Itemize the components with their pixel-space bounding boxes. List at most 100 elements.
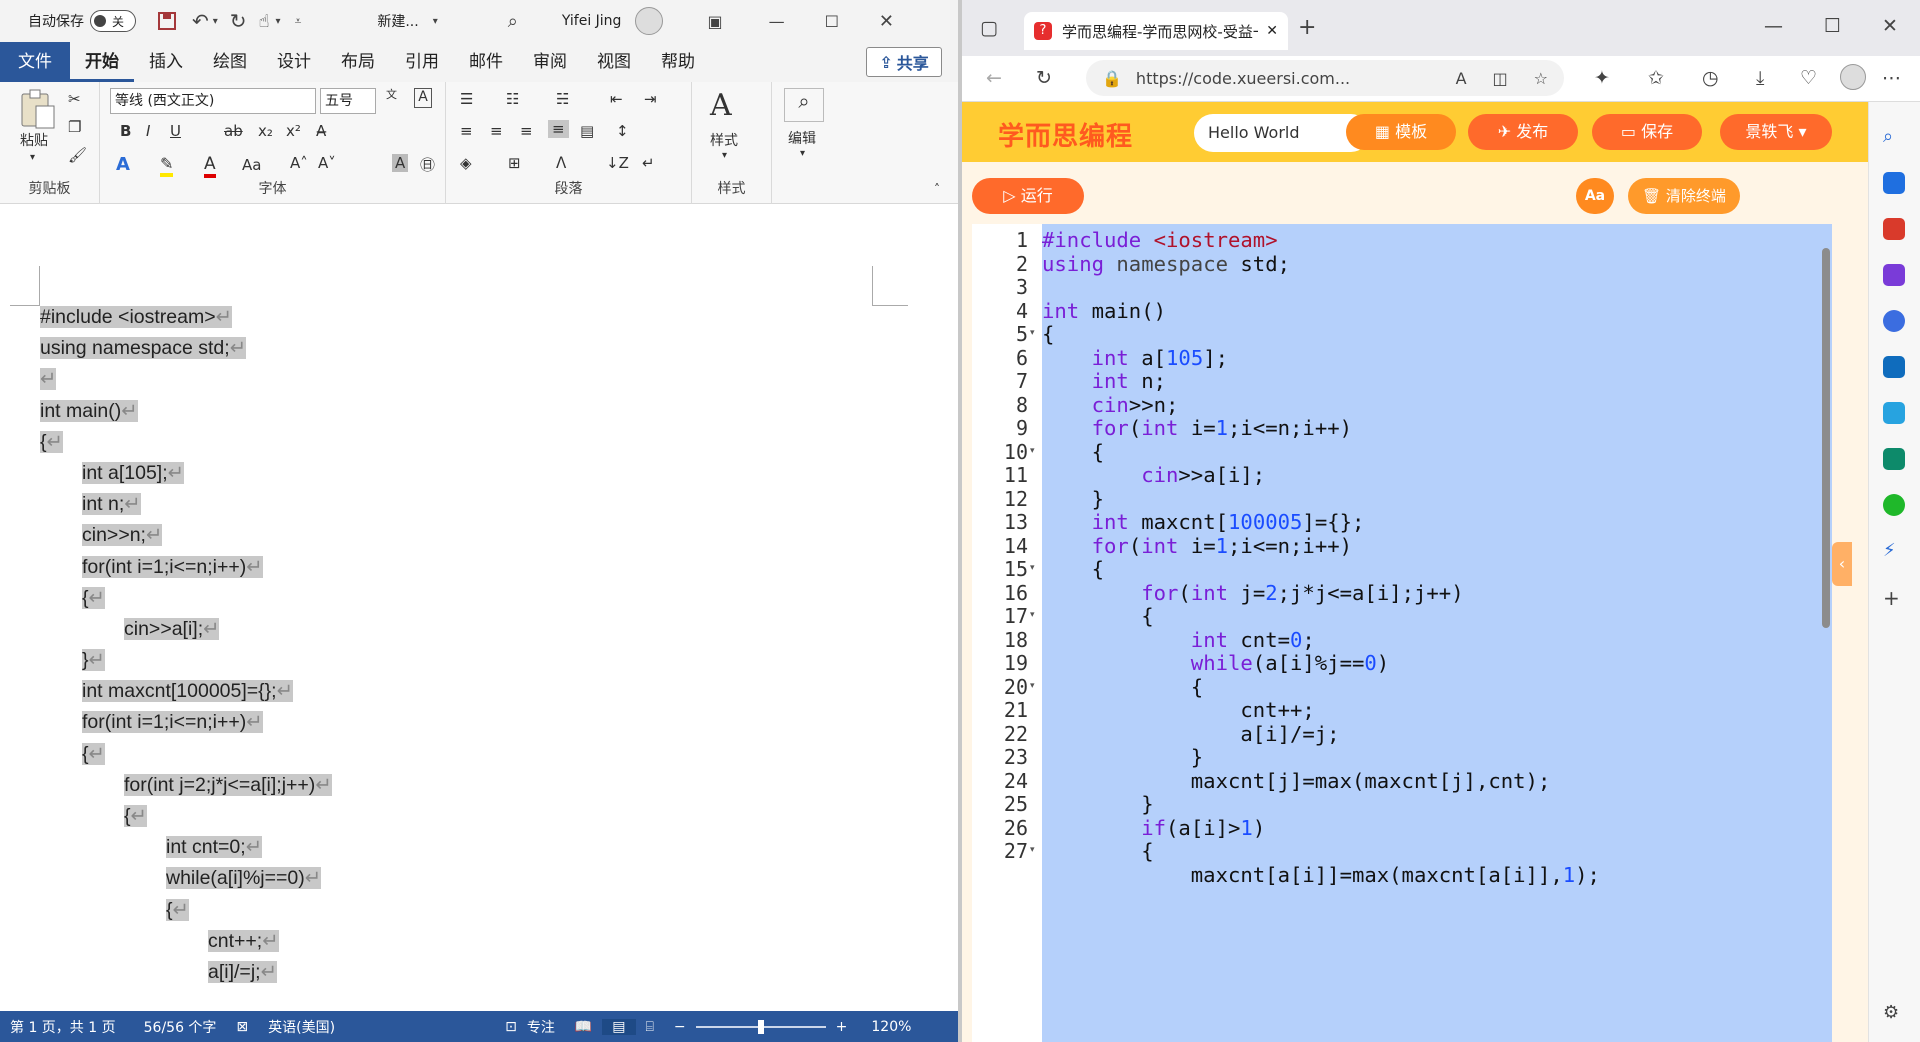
fold-toggle-icon[interactable]: ▾ — [1030, 563, 1035, 573]
tab-close-icon[interactable]: ✕ — [1266, 23, 1278, 39]
code-line[interactable]: if(a[i]>1) — [1042, 816, 1265, 840]
styles-button[interactable]: 样式 — [710, 130, 738, 150]
code-line[interactable]: a[i]/=j; — [1042, 722, 1339, 746]
code-line[interactable]: int cnt=0; — [1042, 628, 1315, 652]
touch-dropdown-icon[interactable]: ▾ — [276, 16, 281, 27]
site-logo[interactable]: 学而思编程 — [998, 116, 1133, 153]
maximize-icon[interactable]: ☐ — [825, 12, 839, 31]
focus-label[interactable]: 专注 — [527, 1017, 565, 1037]
subscript-icon[interactable]: x₂ — [258, 122, 273, 140]
multilevel-list-icon[interactable]: ☵ — [556, 90, 569, 108]
document-line[interactable]: cin>>n;↵ — [40, 520, 940, 551]
copy-icon[interactable]: ❐ — [68, 118, 81, 136]
favorites-icon[interactable]: ✩ — [1648, 68, 1664, 88]
save-icon[interactable] — [156, 10, 178, 32]
grow-font-icon[interactable]: A˄ — [290, 154, 308, 172]
read-aloud-icon[interactable]: A — [1456, 69, 1467, 88]
code-line[interactable]: cin>>a[i]; — [1042, 463, 1265, 487]
template-button[interactable]: ▦ 模板 — [1346, 114, 1456, 150]
borders-icon[interactable]: ⊞ — [508, 154, 521, 172]
paste-dropdown-icon[interactable]: ▾ — [30, 152, 35, 163]
document-line[interactable]: cin>>a[i];↵ — [40, 614, 940, 645]
numbering-icon[interactable]: ☷ — [506, 90, 519, 108]
tab-help[interactable]: 帮助 — [646, 42, 710, 82]
back-icon[interactable]: ← — [986, 68, 1002, 88]
font-size-button[interactable]: Aa — [1576, 178, 1614, 214]
document-line[interactable]: {↵ — [40, 895, 940, 926]
tab-actions-icon[interactable]: ▢ — [980, 18, 998, 38]
document-line[interactable]: {↵ — [40, 739, 940, 770]
user-name[interactable]: Yifei Jing — [562, 13, 622, 29]
user-menu-button[interactable]: 景轶飞 ▾ — [1720, 114, 1832, 150]
code-line[interactable]: using namespace std; — [1042, 252, 1290, 276]
read-mode-icon[interactable]: 📖 — [565, 1019, 602, 1035]
code-line[interactable]: { — [1042, 839, 1153, 863]
fold-toggle-icon[interactable]: ▾ — [1030, 610, 1035, 620]
find-icon[interactable]: ⌕ — [784, 88, 824, 122]
formula-icon[interactable] — [1883, 448, 1905, 470]
paste-icon[interactable] — [18, 88, 58, 130]
code-line[interactable]: { — [1042, 557, 1104, 581]
proofing-icon[interactable]: ⊠ — [226, 1019, 258, 1035]
document-line[interactable]: {↵ — [40, 583, 940, 614]
browser-essentials-icon[interactable]: ♡ — [1800, 68, 1817, 88]
document-line[interactable]: {↵ — [40, 427, 940, 458]
maximize-icon[interactable]: ☐ — [1824, 16, 1841, 36]
language[interactable]: 英语(美国) — [258, 1017, 345, 1037]
font-name-select[interactable]: 等线 (西文正文) — [110, 88, 316, 114]
document-line[interactable]: int main()↵ — [40, 396, 940, 427]
sort-icon[interactable]: ↓Z — [606, 154, 629, 172]
run-button[interactable]: ▷ 运行 — [972, 178, 1084, 214]
fold-toggle-icon[interactable]: ▾ — [1030, 328, 1035, 338]
zoom-in-icon[interactable]: + — [826, 1019, 858, 1035]
code-line[interactable]: { — [1042, 440, 1104, 464]
code-line[interactable]: int main() — [1042, 299, 1166, 323]
print-layout-icon[interactable]: ▤ — [602, 1018, 636, 1035]
shopping-icon[interactable] — [1883, 172, 1905, 194]
telegram-icon[interactable] — [1883, 402, 1905, 424]
code-line[interactable]: for(int i=1;i<=n;i++) — [1042, 534, 1352, 558]
tab-draw[interactable]: 绘图 — [198, 42, 262, 82]
page-count[interactable]: 第 1 页，共 1 页 — [0, 1017, 126, 1037]
document-line[interactable]: for(int j=2;j*j<=a[i];j++)↵ — [40, 770, 940, 801]
history-icon[interactable]: ◷ — [1702, 68, 1719, 88]
code-line[interactable]: } — [1042, 487, 1104, 511]
undo-icon[interactable]: ↶ — [192, 9, 209, 33]
shrink-font-icon[interactable]: A˅ — [318, 154, 336, 172]
document-body[interactable]: #include <iostream>↵ using namespace std;… — [40, 302, 940, 988]
format-painter-icon[interactable]: 🖌 — [68, 146, 87, 164]
editor-scrollbar[interactable] — [1822, 248, 1830, 628]
code-editor[interactable]: 1 2 3 4 5 ▾ 6 7 8 9 10 ▾ 11 12 13 14 15 ▾ 16 17 ▾ 18 19 20 ▾ 21 22… — [972, 224, 1832, 1042]
autosave-toggle[interactable]: 关 — [90, 10, 136, 32]
document-line[interactable]: {↵ — [40, 801, 940, 832]
document-line[interactable]: }↵ — [40, 645, 940, 676]
web-layout-icon[interactable]: ⌸ — [636, 1019, 664, 1035]
text-effects-icon[interactable]: A — [116, 154, 130, 175]
document-line[interactable]: ↵ — [40, 364, 940, 395]
code-line[interactable]: { — [1042, 604, 1153, 628]
wechat-icon[interactable] — [1883, 494, 1905, 516]
app-icon[interactable]: ⚡ — [1883, 540, 1905, 562]
add-sidebar-icon[interactable]: + — [1883, 586, 1905, 610]
tab-home[interactable]: 开始 — [70, 42, 134, 82]
code-line[interactable]: while(a[i]%j==0) — [1042, 651, 1389, 675]
search-icon[interactable]: ⌕ — [508, 11, 518, 32]
zoom-slider[interactable] — [695, 1019, 826, 1034]
document-line[interactable]: for(int i=1;i<=n;i++)↵ — [40, 552, 940, 583]
redo-icon[interactable]: ↻ — [230, 9, 247, 33]
tab-mailings[interactable]: 邮件 — [454, 42, 518, 82]
collapse-panel-handle[interactable]: ‹ — [1832, 542, 1852, 586]
show-marks-icon[interactable]: ↵ — [642, 154, 655, 172]
code-line[interactable]: for(int j=2;j*j<=a[i];j++) — [1042, 581, 1463, 605]
refresh-icon[interactable]: ↻ — [1036, 68, 1052, 88]
clear-terminal-button[interactable]: 🗑 清除终端 — [1628, 178, 1740, 214]
code-area[interactable]: #include <iostream> using namespace std; i… — [1042, 224, 1832, 1042]
italic-icon[interactable]: I — [146, 122, 150, 140]
styles-dropdown-icon[interactable]: ▾ — [722, 150, 727, 161]
edit-button[interactable]: 编辑 — [788, 128, 816, 148]
tools-icon[interactable] — [1883, 218, 1905, 240]
fold-toggle-icon[interactable]: ▾ — [1030, 845, 1035, 855]
document-line[interactable]: cnt++;↵ — [40, 926, 940, 957]
save-button[interactable]: ▭ 保存 — [1592, 114, 1702, 150]
code-line[interactable]: } — [1042, 745, 1203, 769]
